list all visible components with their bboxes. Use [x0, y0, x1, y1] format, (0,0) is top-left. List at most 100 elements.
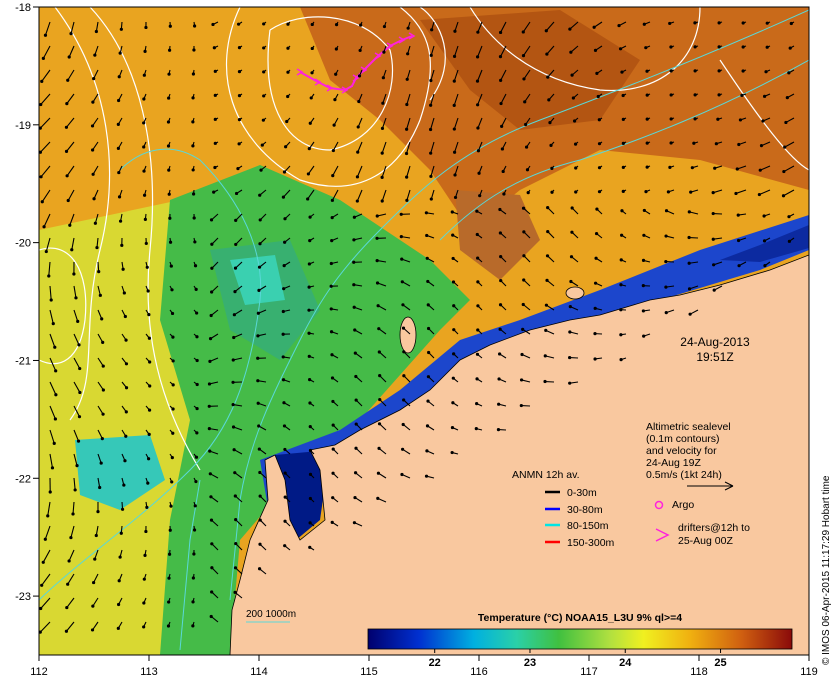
velocity-arrow-head — [330, 520, 334, 524]
velocity-arrow-head — [258, 242, 262, 246]
velocity-arrow-head — [476, 126, 480, 130]
velocity-arrow-head — [475, 55, 480, 59]
velocity-arrow-head — [524, 145, 529, 149]
velocity-arrow-head — [477, 171, 481, 175]
velocity-arrow-head — [669, 45, 673, 49]
velocity-arrow-head — [570, 230, 574, 234]
velocity-arrow-head — [307, 262, 311, 266]
velocity-arrow-head — [262, 94, 266, 98]
velocity-arrow-head — [764, 70, 768, 74]
velocity-arrow-head — [353, 495, 357, 500]
velocity-arrow-head — [258, 518, 262, 522]
velocity-arrow-head — [544, 303, 549, 307]
velocity-arrow-head — [380, 199, 384, 203]
velocity-arrow-head — [209, 495, 213, 499]
velocity-arrow-head — [40, 79, 44, 83]
velocity-arrow-head — [789, 21, 793, 26]
velocity-arrow-head — [191, 72, 196, 76]
velocity-arrow-head — [737, 264, 741, 268]
velocity-arrow-head — [546, 229, 550, 234]
velocity-arrow-head — [234, 191, 239, 196]
x-tick-label: 115 — [360, 666, 378, 678]
velocity-arrow-head — [76, 439, 81, 443]
velocity-arrow-head — [429, 53, 433, 57]
velocity-arrow-head — [46, 514, 50, 518]
velocity-arrow-head — [168, 216, 172, 220]
velocity-arrow-head — [191, 600, 195, 604]
altimetry-line: 24-Aug 19Z — [646, 457, 701, 469]
velocity-arrow-head — [452, 79, 456, 83]
velocity-arrow-head — [92, 580, 96, 585]
velocity-arrow-head — [147, 432, 151, 437]
velocity-arrow-head — [78, 390, 82, 395]
velocity-arrow-head — [308, 496, 312, 501]
velocity-arrow-head — [329, 261, 333, 266]
velocity-arrow-head — [146, 457, 151, 461]
velocity-arrow-head — [191, 192, 196, 196]
velocity-arrow-head — [191, 96, 195, 100]
velocity-arrow-head — [71, 512, 75, 516]
velocity-arrow-head — [76, 319, 80, 323]
velocity-arrow-head — [330, 353, 334, 357]
velocity-arrow-head — [357, 99, 361, 104]
y-tick-label: -19 — [15, 120, 31, 132]
velocity-arrow-head — [144, 241, 148, 246]
velocity-arrow-head — [66, 198, 70, 203]
velocity-arrow-head — [231, 358, 235, 362]
velocity-arrow-head — [425, 256, 429, 260]
velocity-arrow-head — [499, 278, 503, 283]
velocity-arrow-head — [645, 141, 649, 145]
velocity-arrow-head — [68, 223, 72, 227]
velocity-arrow-head — [401, 447, 405, 451]
velocity-arrow-head — [375, 281, 380, 285]
velocity-arrow-head — [498, 207, 502, 212]
velocity-arrow-head — [664, 234, 668, 238]
velocity-arrow-head — [353, 328, 357, 332]
velocity-arrow-head — [568, 355, 572, 360]
velocity-arrow-head — [167, 576, 171, 580]
velocity-arrow-head — [210, 566, 214, 570]
velocity-arrow-head — [331, 471, 335, 475]
velocity-arrow-head — [195, 358, 199, 363]
velocity-arrow-head — [427, 350, 431, 355]
velocity-arrow-head — [284, 145, 288, 149]
velocity-arrow-head — [476, 103, 480, 107]
velocity-arrow-head — [191, 168, 195, 172]
velocity-arrow-head — [619, 308, 623, 312]
velocity-arrow-head — [101, 340, 105, 345]
colorbar-scale — [367, 628, 793, 650]
velocity-arrow-head — [763, 264, 767, 268]
velocity-arrow-head — [171, 359, 175, 363]
velocity-arrow-head — [167, 168, 171, 172]
velocity-arrow-head — [117, 75, 121, 79]
velocity-arrow-head — [333, 98, 337, 102]
velocity-arrow-head — [209, 313, 213, 318]
velocity-arrow-head — [52, 441, 56, 445]
velocity-arrow-head — [761, 119, 765, 123]
velocity-arrow-head — [596, 94, 600, 99]
velocity-arrow-head — [283, 471, 287, 475]
velocity-arrow-head — [693, 69, 697, 73]
velocity-arrow-head — [236, 22, 241, 26]
velocity-arrow-head — [258, 193, 262, 197]
velocity-arrow-head — [308, 448, 313, 453]
velocity-arrow-head — [664, 259, 668, 264]
velocity-arrow-head — [72, 272, 76, 276]
velocity-arrow-head — [281, 355, 285, 359]
velocity-arrow-head — [476, 304, 480, 308]
velocity-arrow-head — [307, 354, 311, 358]
velocity-arrow-head — [118, 51, 122, 55]
velocity-arrow-head — [117, 170, 121, 175]
velocity-arrow-head — [91, 172, 95, 176]
velocity-arrow-head — [595, 207, 599, 211]
velocity-arrow-head — [570, 206, 574, 210]
velocity-arrow-head — [711, 211, 715, 216]
velocity-arrow-head — [41, 560, 45, 564]
altimetry-line: (0.1m contours) — [646, 433, 720, 445]
velocity-arrow-head — [171, 431, 175, 435]
velocity-arrow-head — [593, 332, 597, 336]
velocity-arrow-head — [476, 280, 480, 284]
velocity-arrow-head — [569, 255, 574, 259]
velocity-arrow-head — [693, 45, 697, 49]
velocity-arrow-head — [93, 53, 97, 57]
